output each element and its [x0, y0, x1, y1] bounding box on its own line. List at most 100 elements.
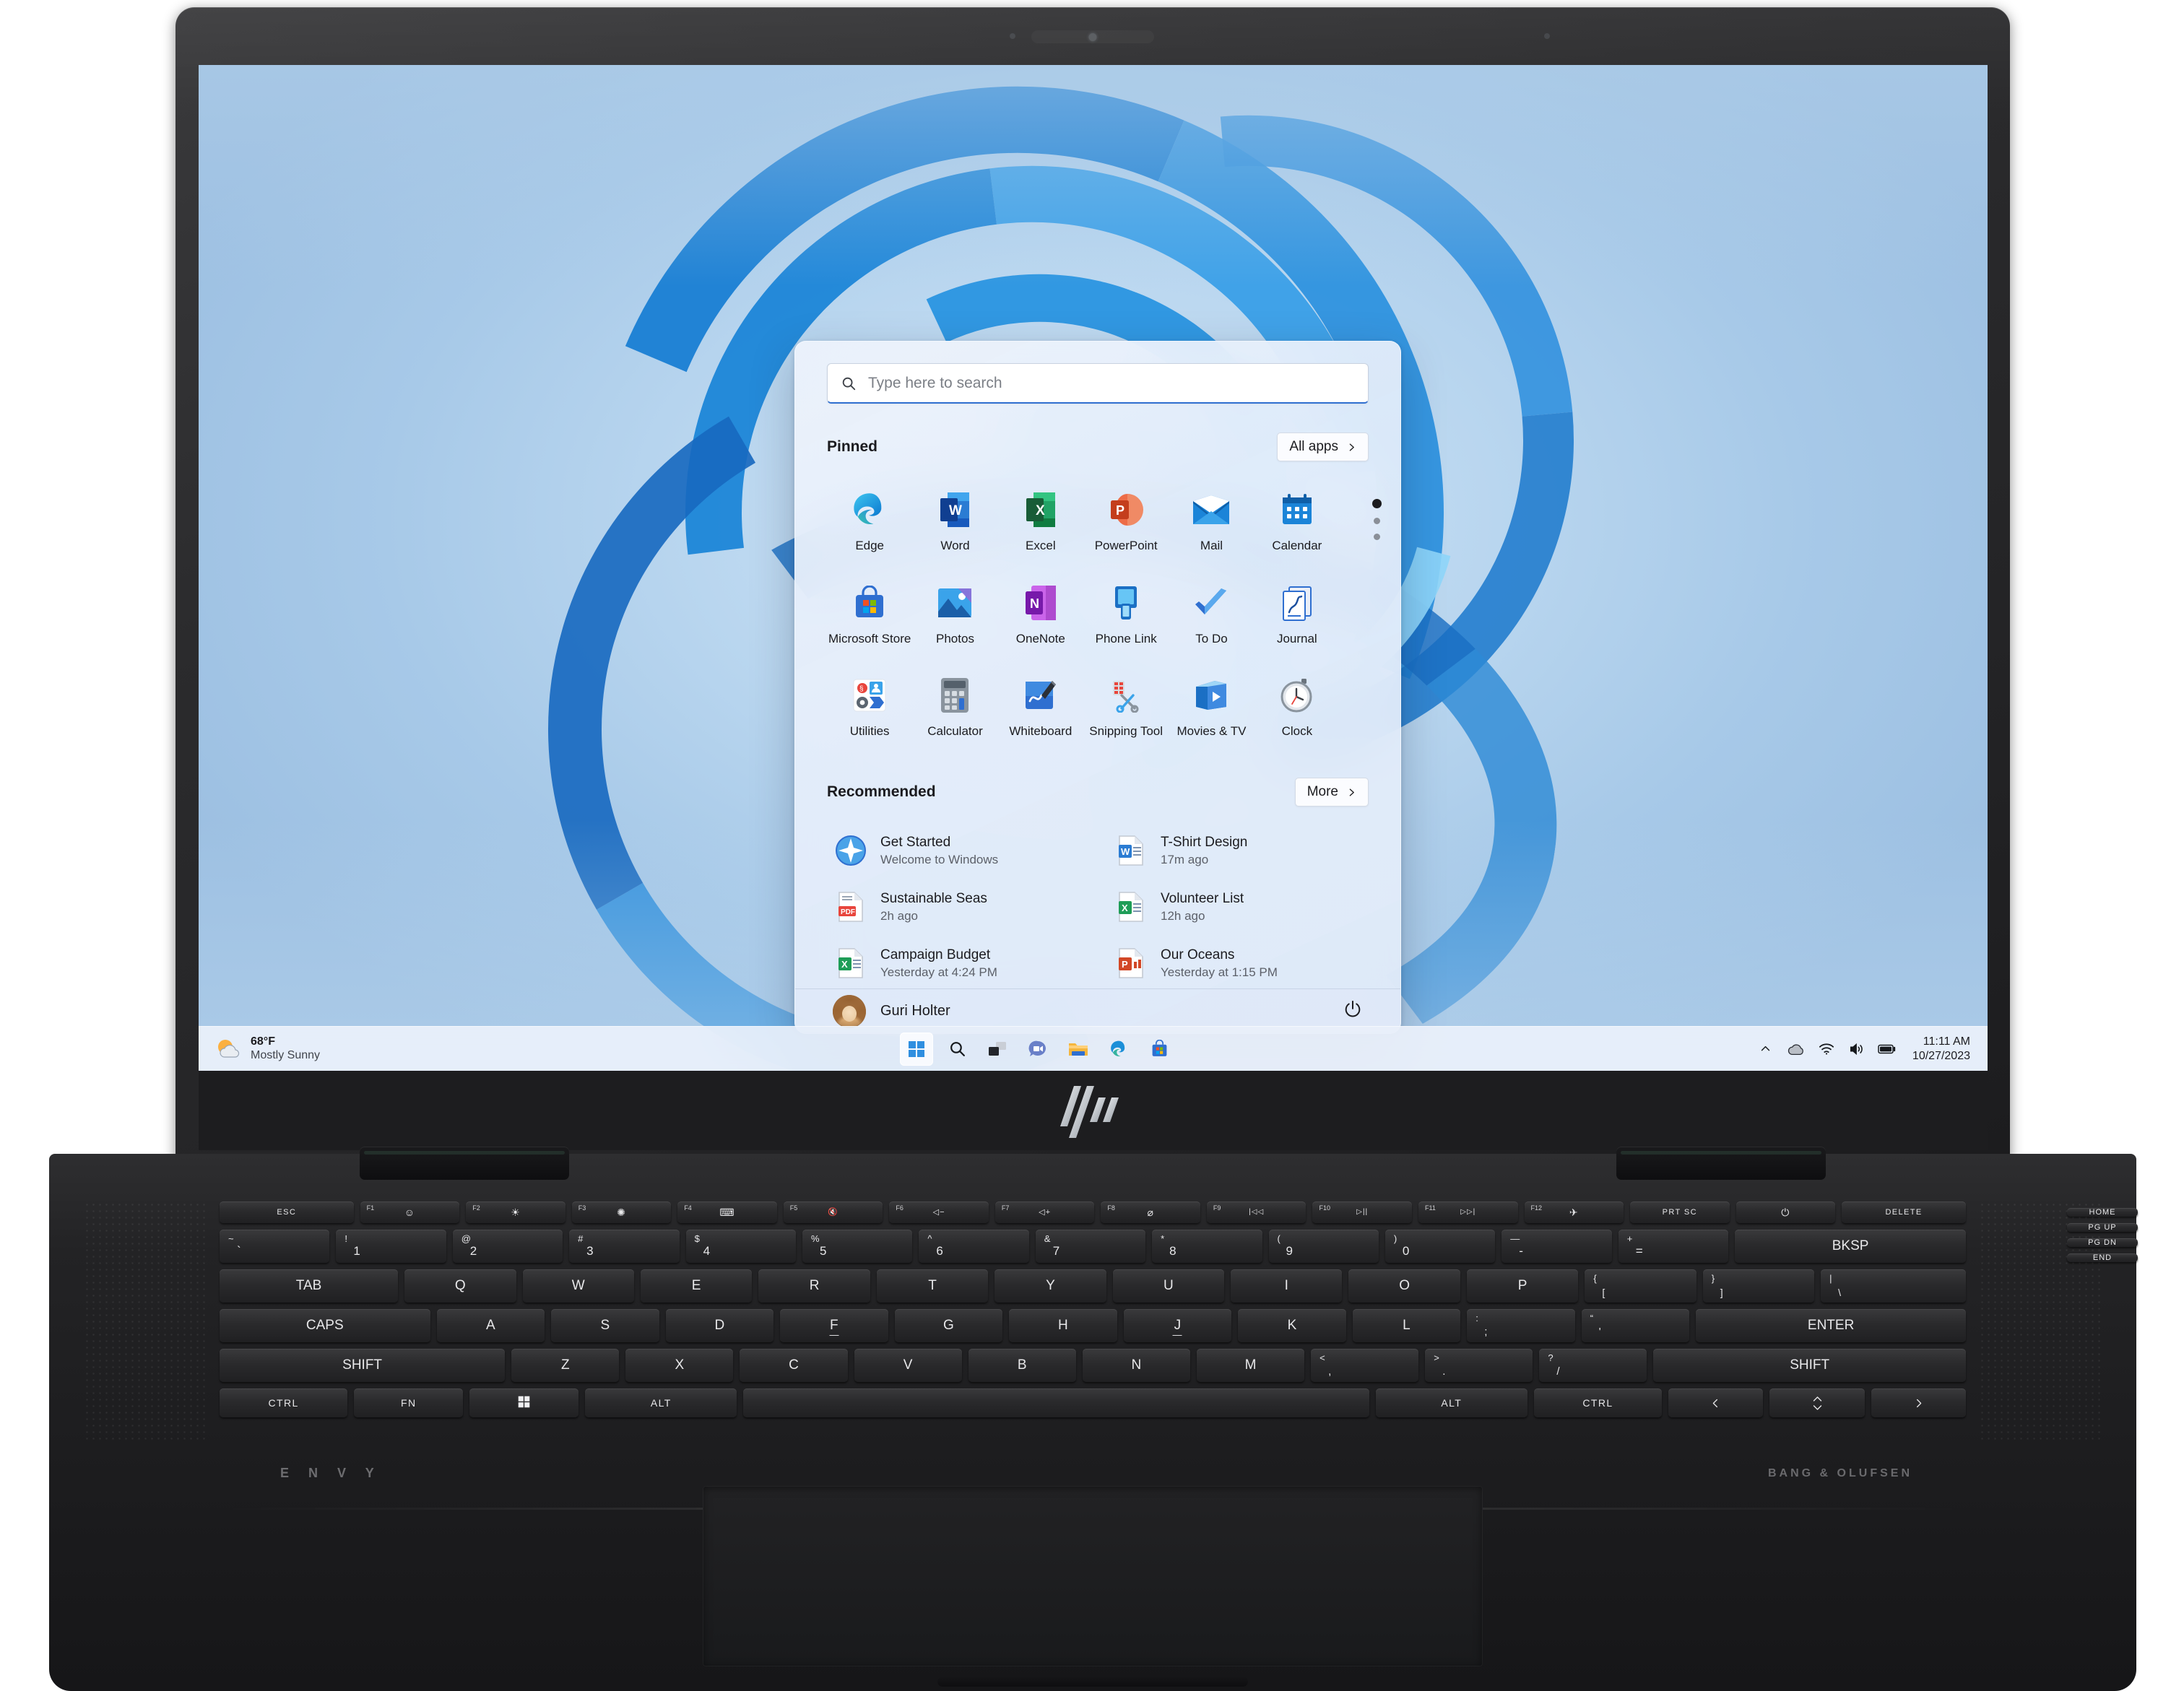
- start-button[interactable]: [900, 1032, 934, 1066]
- trackpad[interactable]: [703, 1486, 1483, 1666]
- key-print-screen[interactable]: PRT SC: [1630, 1201, 1730, 1223]
- pinned-app-edge[interactable]: Edge: [827, 480, 912, 559]
- key-minus[interactable]: — -: [1502, 1230, 1612, 1263]
- key-v[interactable]: V: [854, 1349, 962, 1382]
- pinned-app-phone-link[interactable]: Phone Link: [1083, 573, 1169, 652]
- recommended-item-volunteer-list[interactable]: X Volunteer List 12h ago: [1107, 882, 1369, 932]
- key-t[interactable]: T: [876, 1269, 989, 1303]
- recommended-item-campaign-budget[interactable]: X Campaign Budget Yesterday at 4:24 PM: [827, 938, 1088, 988]
- key-6[interactable]: ^ 6: [919, 1230, 1029, 1263]
- key-quote[interactable]: “': [1581, 1309, 1690, 1342]
- key-f2[interactable]: F2 ☀: [466, 1201, 566, 1223]
- key-f6[interactable]: F6 ◁−: [889, 1201, 989, 1223]
- pinned-app-journal[interactable]: Journal: [1254, 573, 1340, 652]
- key-f8[interactable]: F8 ⌀: [1101, 1201, 1200, 1223]
- start-menu[interactable]: Type here to search Pinned All apps Edge…: [794, 341, 1401, 1034]
- key-y[interactable]: Y: [994, 1269, 1106, 1303]
- key-f10[interactable]: F10 ▷||: [1312, 1201, 1412, 1223]
- recommended-item-t-shirt-design[interactable]: W T-Shirt Design 17m ago: [1107, 825, 1369, 876]
- key-h[interactable]: H: [1009, 1309, 1117, 1342]
- key-s[interactable]: S: [551, 1309, 659, 1342]
- power-button[interactable]: [1343, 999, 1363, 1023]
- key-caps-lock[interactable]: CAPS: [220, 1309, 430, 1342]
- pinned-app-photos[interactable]: Photos: [912, 573, 997, 652]
- chat-button[interactable]: [1021, 1033, 1054, 1066]
- pinned-app-microsoft-store[interactable]: Microsoft Store: [827, 573, 912, 652]
- recommended-item-our-oceans[interactable]: P Our Oceans Yesterday at 1:15 PM: [1107, 938, 1369, 988]
- key-arrow-up-down[interactable]: [1769, 1388, 1865, 1417]
- pinned-app-utilities[interactable]: § Utilities: [827, 666, 912, 744]
- key-alt-right[interactable]: ALT: [1375, 1388, 1528, 1417]
- key-g[interactable]: G: [894, 1309, 1003, 1342]
- key-space[interactable]: [743, 1388, 1369, 1417]
- key-f11[interactable]: F11 ▷▷|: [1418, 1201, 1518, 1223]
- account-button[interactable]: Guri Holter: [833, 994, 950, 1028]
- key-alt-left[interactable]: ALT: [585, 1388, 737, 1417]
- key-7[interactable]: & 7: [1035, 1230, 1146, 1263]
- key-p[interactable]: P: [1466, 1269, 1579, 1303]
- key-delete[interactable]: DELETE: [1842, 1201, 1967, 1223]
- key-arrow-left[interactable]: [1668, 1388, 1764, 1417]
- key-shift-left[interactable]: SHIFT: [220, 1349, 506, 1382]
- key-f9[interactable]: F9 |◁◁: [1206, 1201, 1306, 1223]
- key-backspace[interactable]: BKSP: [1735, 1230, 1967, 1263]
- all-apps-button[interactable]: All apps: [1277, 432, 1369, 461]
- key-m[interactable]: M: [1196, 1349, 1305, 1382]
- key-w[interactable]: W: [522, 1269, 634, 1303]
- key-n[interactable]: N: [1082, 1349, 1190, 1382]
- key-z[interactable]: Z: [511, 1349, 620, 1382]
- key-esc[interactable]: ESC: [220, 1201, 354, 1223]
- key-equals[interactable]: + =: [1618, 1230, 1729, 1263]
- key-f1[interactable]: F1 ☺: [360, 1201, 460, 1223]
- key-i[interactable]: I: [1231, 1269, 1343, 1303]
- pager-dot-2[interactable]: [1374, 518, 1380, 524]
- cloud-icon[interactable]: [1787, 1040, 1806, 1058]
- pinned-app-word[interactable]: W Word: [912, 480, 997, 559]
- key-arrow-right[interactable]: [1871, 1388, 1967, 1417]
- key-semicolon[interactable]: :;: [1467, 1309, 1575, 1342]
- key-k[interactable]: K: [1238, 1309, 1346, 1342]
- pinned-app-snipping-tool[interactable]: Snipping Tool: [1083, 666, 1169, 744]
- key-o[interactable]: O: [1348, 1269, 1460, 1303]
- store-button[interactable]: [1143, 1033, 1176, 1066]
- key-l[interactable]: L: [1352, 1309, 1461, 1342]
- key-enter[interactable]: ENTER: [1696, 1309, 1966, 1342]
- key-power[interactable]: ⏻: [1736, 1201, 1836, 1223]
- key-3[interactable]: #3: [569, 1230, 680, 1263]
- key-page-up[interactable]: PG UP: [2067, 1223, 2138, 1232]
- wifi-icon[interactable]: [1817, 1040, 1836, 1058]
- key-period[interactable]: >.: [1425, 1349, 1533, 1382]
- pinned-app-to-do[interactable]: To Do: [1169, 573, 1254, 652]
- key-bracket-left[interactable]: {[: [1585, 1269, 1696, 1303]
- key-q[interactable]: Q: [404, 1269, 516, 1303]
- pinned-app-clock[interactable]: Clock: [1254, 666, 1340, 744]
- pinned-pager[interactable]: [1372, 499, 1382, 540]
- clock[interactable]: 11:11 AM 10/27/2023: [1912, 1035, 1970, 1062]
- key-b[interactable]: B: [968, 1349, 1076, 1382]
- key-f4[interactable]: F4 ⌨: [677, 1201, 777, 1223]
- key-f[interactable]: F: [780, 1309, 888, 1342]
- pinned-app-onenote[interactable]: N OneNote: [998, 573, 1083, 652]
- key-end[interactable]: END: [2067, 1253, 2138, 1262]
- pager-dot-1[interactable]: [1372, 499, 1382, 508]
- task-view-button[interactable]: [981, 1033, 1014, 1066]
- pinned-app-calendar[interactable]: Calendar: [1254, 480, 1340, 559]
- speaker-icon[interactable]: [1847, 1040, 1866, 1058]
- key-9[interactable]: (9: [1268, 1230, 1379, 1263]
- key-backslash[interactable]: | \: [1821, 1269, 1966, 1303]
- search-input[interactable]: Type here to search: [827, 363, 1369, 404]
- key-backtick[interactable]: ~ `: [220, 1230, 330, 1263]
- key-x[interactable]: X: [625, 1349, 734, 1382]
- key-u[interactable]: U: [1112, 1269, 1225, 1303]
- key-f3[interactable]: F3 ✺: [571, 1201, 672, 1223]
- key-0[interactable]: ) 0: [1384, 1230, 1496, 1263]
- key-f7[interactable]: F7 ◁+: [994, 1201, 1095, 1223]
- key-r[interactable]: R: [758, 1269, 870, 1303]
- key-ctrl-left[interactable]: CTRL: [220, 1388, 348, 1417]
- weather-widget[interactable]: 68°F Mostly Sunny: [209, 1035, 320, 1063]
- pinned-app-powerpoint[interactable]: P PowerPoint: [1083, 480, 1169, 559]
- key-j[interactable]: J: [1123, 1309, 1232, 1342]
- key-tab[interactable]: TAB: [220, 1269, 399, 1303]
- key-4[interactable]: $4: [685, 1230, 796, 1263]
- key-e[interactable]: E: [640, 1269, 753, 1303]
